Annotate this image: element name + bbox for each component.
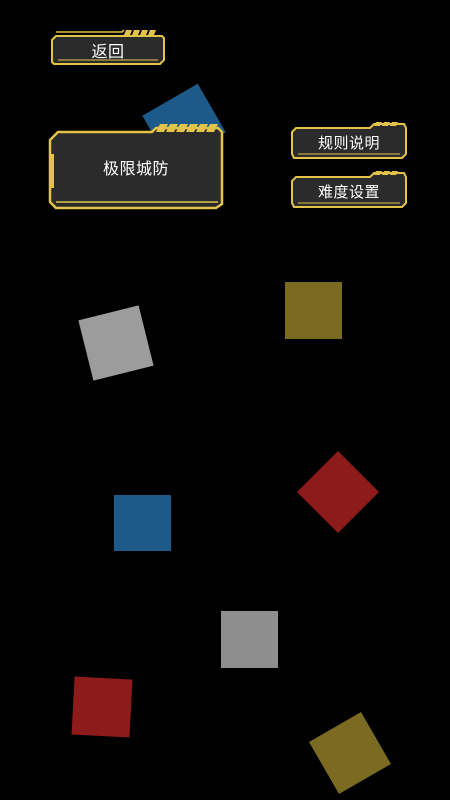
difficulty-button[interactable]: 难度设置 — [290, 171, 408, 209]
rules-button-label: 规则说明 — [317, 134, 380, 152]
mode-button-extreme-defense[interactable]: 极限城防 — [48, 124, 224, 210]
tile-olive-2 — [309, 712, 391, 794]
tile-olive-1 — [285, 282, 342, 339]
tile-gray-1 — [78, 305, 154, 381]
tile-red-1 — [296, 450, 380, 534]
tile-red-2 — [71, 676, 133, 738]
tile-gray-2 — [221, 611, 278, 668]
mode-button-label: 极限城防 — [102, 159, 169, 178]
difficulty-button-label: 难度设置 — [317, 183, 380, 201]
back-button[interactable]: 返回 — [50, 29, 166, 66]
tile-blue-1 — [114, 495, 171, 551]
rules-button[interactable]: 规则说明 — [290, 122, 408, 160]
back-button-label: 返回 — [91, 42, 125, 61]
